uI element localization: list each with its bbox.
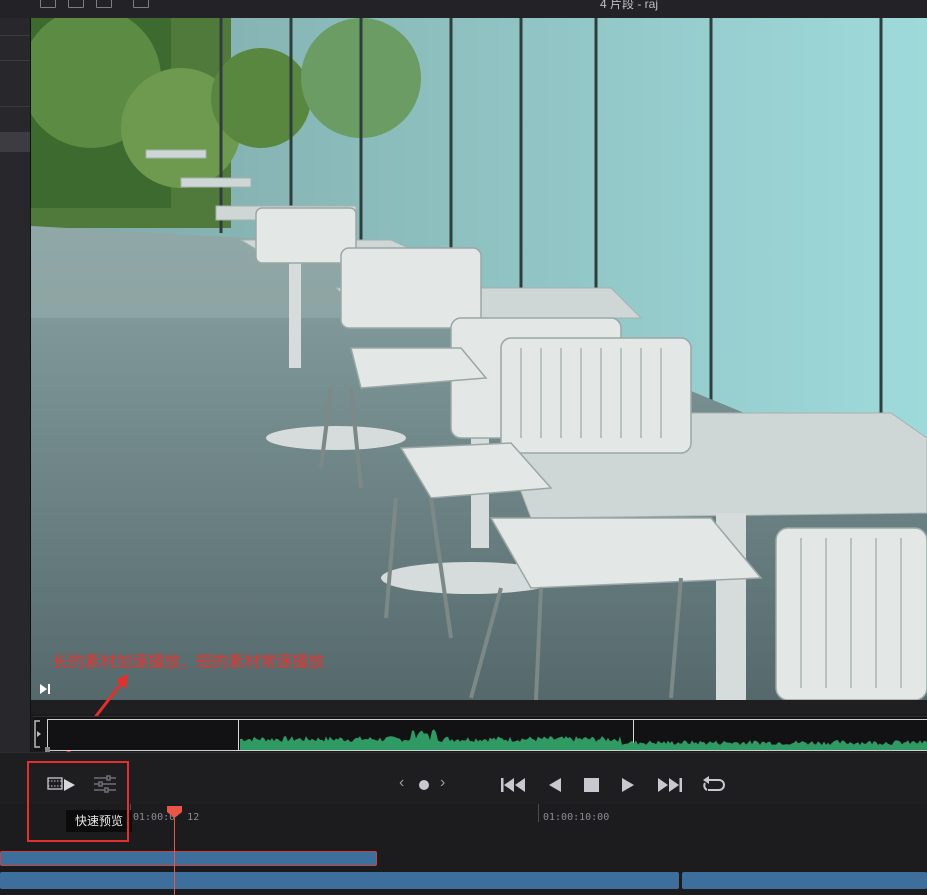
view-menu-icon[interactable]: [133, 0, 149, 8]
timeline-tracks: [0, 832, 927, 895]
layout-icon[interactable]: [40, 0, 56, 8]
annotation-highlight-box: [27, 761, 129, 842]
window-title: 4 片段 - raj: [600, 0, 659, 11]
timeline-ruler[interactable]: 01:00:0 12 01:00:10:00: [0, 804, 927, 832]
skip-end-icon[interactable]: [655, 776, 683, 794]
grid-icon[interactable]: [96, 0, 112, 8]
scrubber-track[interactable]: [47, 719, 927, 751]
chevron-left-icon[interactable]: ‹: [399, 774, 404, 792]
transport-bar: ‹ ›: [0, 752, 927, 805]
chevron-right-icon[interactable]: ›: [440, 774, 445, 792]
stop-icon[interactable]: [583, 777, 601, 793]
video-viewer[interactable]: 长的素材加速播放，短的素材常速播放: [31, 18, 927, 700]
viewer-bottom-strip: [31, 700, 927, 714]
dot-icon[interactable]: [419, 780, 429, 790]
timeline-clip[interactable]: [0, 872, 679, 889]
media-pool-item-selected[interactable]: [0, 132, 30, 152]
loop-icon[interactable]: [700, 774, 726, 796]
cafeteria-scene-frame: [31, 18, 927, 700]
playhead-line[interactable]: [174, 813, 175, 895]
skip-start-icon[interactable]: [500, 776, 528, 794]
timeline-clip[interactable]: [682, 872, 927, 889]
media-pool-panel: [0, 18, 31, 753]
audio-waveform: [240, 729, 927, 750]
play-reverse-icon[interactable]: [547, 776, 563, 794]
filmstrip-icon[interactable]: [68, 0, 84, 8]
waveform-shape: [240, 729, 927, 750]
timeline-clip-selected[interactable]: [0, 851, 377, 866]
timecode-label: 01:00:10:00: [543, 812, 610, 823]
in-point-bracket-icon[interactable]: [33, 720, 43, 748]
source-scrubber[interactable]: [33, 716, 927, 753]
annotation-caption: 长的素材加速播放，短的素材常速播放: [52, 654, 325, 671]
play-icon[interactable]: [620, 776, 636, 794]
top-toolbar: 4 片段 - raj: [0, 0, 927, 19]
playhead-handle-icon[interactable]: [167, 806, 182, 818]
clip-boundary: [238, 720, 239, 750]
